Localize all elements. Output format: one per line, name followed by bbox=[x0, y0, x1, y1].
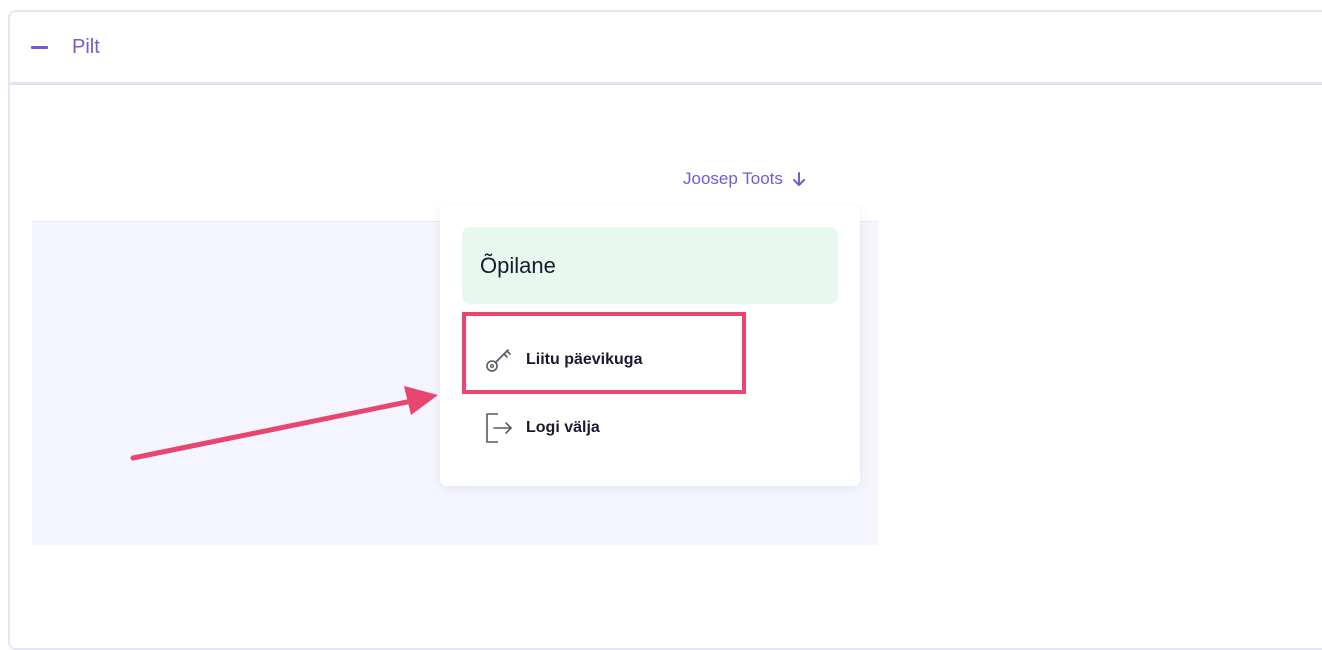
join-diary-label: Liitu päevikuga bbox=[526, 351, 643, 368]
key-icon bbox=[484, 344, 514, 376]
user-name: Joosep Toots bbox=[683, 169, 783, 188]
logout-label: Logi välja bbox=[526, 419, 600, 436]
user-dropdown-menu: Õpilane Liitu päevikuga Logi välja bbox=[440, 206, 860, 486]
panel-title: Pilt bbox=[72, 35, 100, 58]
role-card: Õpilane bbox=[462, 227, 838, 304]
arrow-down-icon bbox=[792, 171, 806, 187]
user-menu-button[interactable]: Joosep Toots bbox=[683, 169, 806, 189]
role-label: Õpilane bbox=[480, 252, 556, 278]
logout-menu-item[interactable]: Logi välja bbox=[484, 412, 600, 444]
logout-icon bbox=[484, 412, 514, 444]
join-diary-menu-item[interactable]: Liitu päevikuga bbox=[484, 344, 642, 376]
collapse-toggle[interactable]: Pilt bbox=[31, 36, 100, 59]
minus-icon bbox=[31, 45, 48, 49]
panel-header: Pilt bbox=[10, 12, 1322, 85]
